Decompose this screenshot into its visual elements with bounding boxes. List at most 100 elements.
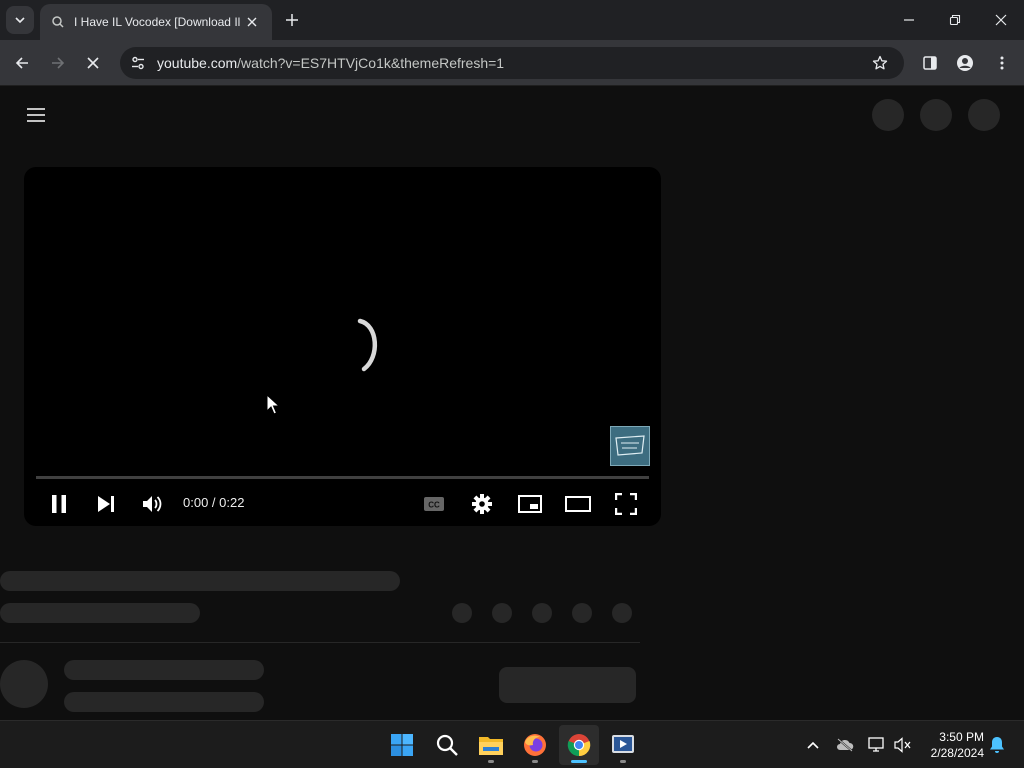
tab-search-button[interactable] (6, 6, 34, 34)
browser-tab-active[interactable]: I Have IL Vocodex [Download Il (40, 4, 272, 40)
side-panel-button[interactable] (916, 49, 944, 77)
action-skeleton-dot (492, 603, 512, 623)
network-icon (868, 737, 884, 752)
bell-icon (990, 737, 1004, 753)
channel-logo-icon (615, 435, 645, 456)
taskbar-firefox[interactable] (515, 725, 555, 765)
back-button[interactable] (8, 49, 36, 77)
subscribe-button-skeleton (499, 667, 636, 703)
mute-button[interactable] (138, 489, 168, 519)
theater-mode-icon (565, 496, 591, 512)
system-clock[interactable]: 3:50 PM 2/28/2024 (920, 729, 984, 761)
masthead-placeholder-circle (968, 99, 1000, 131)
taskbar-search-button[interactable] (427, 725, 467, 765)
search-icon (436, 734, 458, 756)
tab-title: I Have IL Vocodex [Download Il (74, 15, 241, 29)
miniplayer-button[interactable] (515, 489, 545, 519)
svg-text:CC: CC (428, 501, 440, 510)
chevron-down-icon (15, 17, 25, 24)
tab-close-button[interactable] (242, 12, 262, 32)
action-skeleton-dot (612, 603, 632, 623)
subscriber-count-skeleton (64, 692, 264, 712)
more-vertical-icon (1000, 56, 1004, 70)
cloud-offline-icon (837, 738, 854, 752)
running-indicator (620, 760, 626, 763)
skip-next-icon (98, 496, 114, 512)
theater-mode-button[interactable] (563, 489, 593, 519)
running-indicator (488, 760, 494, 763)
video-progress-bar[interactable] (36, 476, 649, 479)
close-icon (87, 57, 99, 69)
miniplayer-icon (518, 495, 542, 513)
file-explorer-icon (479, 737, 503, 755)
fullscreen-icon (615, 493, 637, 515)
browser-menu-button[interactable] (988, 49, 1016, 77)
masthead-placeholder-circle (920, 99, 952, 131)
active-app-indicator (571, 760, 587, 763)
show-hidden-icons-button[interactable] (803, 735, 823, 755)
next-video-button[interactable] (91, 489, 121, 519)
youtube-watch-page: 0:00 / 0:22 CC (0, 87, 1024, 720)
minimize-icon (904, 19, 914, 21)
hamburger-menu-icon (27, 108, 45, 122)
media-player-icon (612, 735, 634, 753)
star-icon (872, 55, 888, 70)
tune-icon (132, 56, 144, 70)
mouse-cursor-icon (266, 394, 280, 415)
url-text: youtube.com/watch?v=ES7HTVjCo1k&themeRef… (157, 55, 504, 71)
new-tab-button[interactable] (280, 8, 304, 32)
network-tray-button[interactable] (867, 735, 887, 755)
loading-favicon-icon (50, 14, 66, 30)
chevron-up-icon (807, 741, 819, 749)
close-icon (995, 14, 1007, 26)
stop-loading-button[interactable] (79, 49, 107, 77)
close-icon (247, 17, 257, 27)
notifications-button[interactable] (987, 735, 1007, 755)
start-button[interactable] (382, 725, 422, 765)
profile-button[interactable] (951, 49, 979, 77)
taskbar-file-explorer[interactable] (471, 725, 511, 765)
fullscreen-button[interactable] (611, 489, 641, 519)
clock-time: 3:50 PM (939, 730, 984, 744)
channel-watermark-logo[interactable] (610, 426, 650, 466)
title-skeleton (0, 571, 400, 591)
url-path: /watch?v=ES7HTVjCo1k&themeRefresh=1 (237, 55, 505, 71)
guide-menu-button[interactable] (22, 101, 50, 129)
minimize-window-button[interactable] (886, 0, 932, 40)
site-info-button[interactable] (124, 49, 152, 77)
masthead-placeholder-circle (872, 99, 904, 131)
action-skeleton-dot (532, 603, 552, 623)
running-indicator (532, 760, 538, 763)
firefox-icon (524, 734, 546, 756)
pause-icon (52, 495, 66, 513)
close-window-button[interactable] (978, 0, 1024, 40)
person-icon (957, 55, 973, 71)
arrow-right-icon (52, 57, 65, 69)
bookmark-button[interactable] (868, 51, 892, 75)
address-bar[interactable]: youtube.com/watch?v=ES7HTVjCo1k&themeRef… (120, 47, 904, 79)
browser-tab-strip: I Have IL Vocodex [Download Il (0, 0, 1024, 40)
browser-toolbar: youtube.com/watch?v=ES7HTVjCo1k&themeRef… (0, 40, 1024, 86)
forward-button[interactable] (44, 49, 72, 77)
restore-window-button[interactable] (932, 0, 978, 40)
section-divider (0, 642, 640, 643)
side-panel-icon (923, 56, 937, 70)
chrome-icon (567, 734, 591, 757)
onedrive-tray-button[interactable] (835, 735, 855, 755)
time-display: 0:00 / 0:22 (183, 495, 245, 510)
taskbar-chrome[interactable] (559, 725, 599, 765)
subtitles-button[interactable]: CC (419, 489, 449, 519)
url-host: youtube.com (157, 55, 238, 71)
arrow-left-icon (15, 57, 28, 69)
taskbar-media-player[interactable] (603, 725, 643, 765)
channel-avatar-skeleton (0, 660, 48, 708)
start-icon (391, 734, 413, 756)
restore-icon (949, 14, 961, 26)
settings-button[interactable] (467, 489, 497, 519)
volume-tray-button[interactable] (893, 735, 913, 755)
info-skeleton (0, 603, 200, 623)
pause-button[interactable] (44, 489, 74, 519)
video-player[interactable]: 0:00 / 0:22 CC (24, 167, 661, 526)
clock-date: 2/28/2024 (930, 746, 984, 760)
plus-icon (286, 14, 298, 26)
